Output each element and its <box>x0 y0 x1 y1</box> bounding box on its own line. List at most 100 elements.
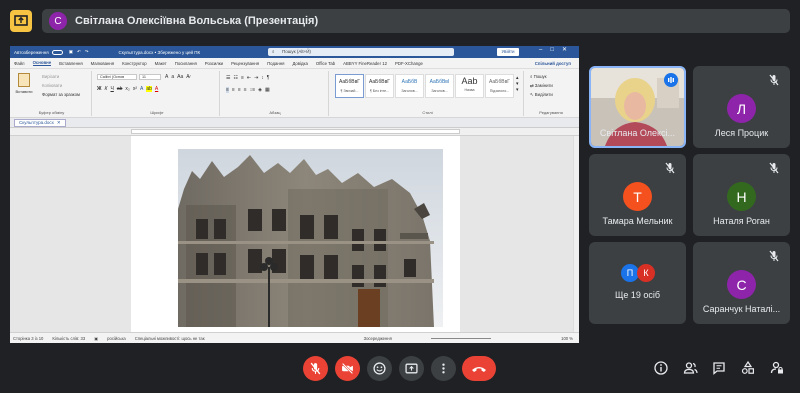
style-normal[interactable]: АаБбВвГ ¶ Звичай... <box>335 74 364 98</box>
find-label: Пошук <box>533 74 547 79</box>
document-area <box>10 136 579 332</box>
zoom-level[interactable]: 100 % <box>561 336 573 341</box>
numbering-icon[interactable]: ☷ <box>233 75 237 81</box>
focus-mode[interactable]: Зосередження <box>364 336 392 341</box>
participant-tile[interactable]: Н Наталя Роган <box>693 154 790 236</box>
present-to-all-icon[interactable] <box>10 10 32 32</box>
window-controls[interactable]: –□✕ <box>539 46 575 53</box>
host-controls-button[interactable] <box>768 359 786 377</box>
tab-design[interactable]: Конструктор <box>122 61 147 66</box>
tab-home[interactable]: Основне <box>32 60 52 66</box>
borders-icon[interactable]: ▦ <box>265 87 270 93</box>
word-count[interactable]: Кількість слів: 33 <box>52 336 85 341</box>
undo-icon[interactable]: ↶ <box>77 49 81 55</box>
find-button[interactable]: ⌕ Пошук <box>530 74 547 79</box>
ruler <box>10 128 579 136</box>
language-status[interactable]: російська <box>107 336 126 341</box>
style-heading-1[interactable]: АаБбВ Заголов... <box>395 74 424 98</box>
more-options-button[interactable] <box>431 356 456 381</box>
change-case-icon[interactable]: Aa <box>177 74 183 80</box>
document-tab[interactable]: Скульптура.docx ✕ <box>14 118 66 127</box>
font-name-select[interactable]: Calibri (Основ <box>97 74 137 80</box>
participant-tile[interactable]: Т Тамара Мельник <box>589 154 686 236</box>
styles-more-icon[interactable]: ▴ ▾ ▾ <box>516 75 519 93</box>
tab-pdf-xchange[interactable]: PDF-XChange <box>395 61 423 66</box>
style-heading-2[interactable]: АаБбВвІ Заголов... <box>425 74 454 98</box>
align-right-icon[interactable]: ≡ <box>238 87 241 93</box>
subscript-icon[interactable]: x₂ <box>125 86 129 92</box>
camera-toggle-button[interactable] <box>335 356 360 381</box>
sign-in-button[interactable]: Увійти <box>497 48 519 56</box>
style-subtitle[interactable]: АаБбВвГ Підзаголо... <box>485 74 514 98</box>
bold-icon[interactable]: Ж <box>97 86 102 92</box>
close-tab-icon[interactable]: ✕ <box>57 120 61 126</box>
reactions-button[interactable] <box>367 356 392 381</box>
tab-help[interactable]: Довідка <box>292 61 307 66</box>
multilevel-list-icon[interactable]: ≡ <box>241 75 244 81</box>
meeting-info-button[interactable] <box>652 359 670 377</box>
bullets-icon[interactable]: ☰ <box>226 75 230 81</box>
participant-tile[interactable]: С Саранчук Наталі... <box>693 242 790 324</box>
tab-file[interactable]: Файл <box>14 61 25 66</box>
increase-indent-icon[interactable]: ⇥ <box>254 75 258 81</box>
tab-office-tab[interactable]: Office Tab <box>316 61 335 66</box>
vertical-scrollbar[interactable] <box>573 136 579 332</box>
camera-off-icon <box>341 362 354 375</box>
style-name: Заголов... <box>401 89 418 93</box>
redo-icon[interactable]: ↷ <box>85 49 89 55</box>
show-marks-icon[interactable]: ¶ <box>267 75 270 81</box>
strikethrough-icon[interactable]: ab <box>117 86 123 92</box>
cut-button[interactable]: Вирізати <box>42 74 59 79</box>
accessibility-status[interactable]: Спеціальні можливості: щось не так <box>135 336 205 341</box>
copy-button[interactable]: Копіювати <box>42 83 62 88</box>
style-title[interactable]: Ааb Назва <box>455 74 484 98</box>
tab-draw[interactable]: Малювання <box>91 61 114 66</box>
font-size-select[interactable]: 11 <box>139 74 161 80</box>
zoom-slider[interactable] <box>430 337 491 339</box>
mic-toggle-button[interactable] <box>303 356 328 381</box>
search-box[interactable]: ⌕ Пошук (Alt+Й) <box>268 48 454 56</box>
chat-button[interactable] <box>710 359 728 377</box>
people-button[interactable] <box>681 359 699 377</box>
superscript-icon[interactable]: x² <box>133 86 137 92</box>
present-button[interactable] <box>399 356 424 381</box>
grow-font-icon[interactable]: A <box>165 74 168 80</box>
tab-layout[interactable]: Макет <box>155 61 167 66</box>
text-effects-icon[interactable]: A <box>140 86 143 92</box>
leave-call-button[interactable] <box>462 356 496 381</box>
shading-icon[interactable]: ◈ <box>258 87 262 93</box>
participant-tile[interactable]: Л Леся Процик <box>693 66 790 148</box>
replace-button[interactable]: ⇄ Замінити <box>530 83 553 89</box>
page-count[interactable]: Сторінка 3 із 10 <box>13 336 43 341</box>
tab-view[interactable]: Подання <box>267 61 284 66</box>
highlight-icon[interactable]: ab <box>146 86 152 92</box>
autosave-toggle[interactable] <box>51 49 63 55</box>
font-color-icon[interactable]: A <box>155 86 158 92</box>
underline-icon[interactable]: Ч <box>110 86 113 92</box>
italic-icon[interactable]: К <box>105 86 108 92</box>
clear-format-icon[interactable]: A̷ <box>186 74 189 80</box>
save-icon[interactable]: ▣ <box>69 49 73 55</box>
paste-button[interactable]: Вставити <box>14 73 34 94</box>
proofing-icon[interactable]: ▣ <box>94 336 98 341</box>
tab-references[interactable]: Посилання <box>175 61 197 66</box>
line-spacing-icon[interactable]: ↕≡ <box>250 87 255 93</box>
tab-abbyy[interactable]: ABBYY FineReader 12 <box>343 61 387 66</box>
building-photo <box>178 149 443 327</box>
shrink-font-icon[interactable]: a <box>171 74 174 80</box>
share-button[interactable]: Спільний доступ <box>535 61 571 66</box>
tab-mailings[interactable]: Розсилки <box>205 61 223 66</box>
align-left-icon[interactable]: ≡ <box>226 87 229 93</box>
format-painter-button[interactable]: Формат за зразком <box>42 92 80 97</box>
sort-icon[interactable]: ↕ <box>261 75 264 81</box>
tab-review[interactable]: Рецензування <box>231 61 259 66</box>
style-no-spacing[interactable]: АаБбВвГ ¶ Без інте... <box>365 74 394 98</box>
activities-button[interactable] <box>739 359 757 377</box>
align-center-icon[interactable]: ≡ <box>232 87 235 93</box>
participant-tile-presenter[interactable]: Світлана Олексі... <box>589 66 686 148</box>
justify-icon[interactable]: ≡ <box>244 87 247 93</box>
others-tile[interactable]: П К Ще 19 осіб <box>589 242 686 324</box>
tab-insert[interactable]: Вставлення <box>59 61 82 66</box>
decrease-indent-icon[interactable]: ⇤ <box>247 75 251 81</box>
select-button[interactable]: ↖ Виділити <box>530 92 553 98</box>
